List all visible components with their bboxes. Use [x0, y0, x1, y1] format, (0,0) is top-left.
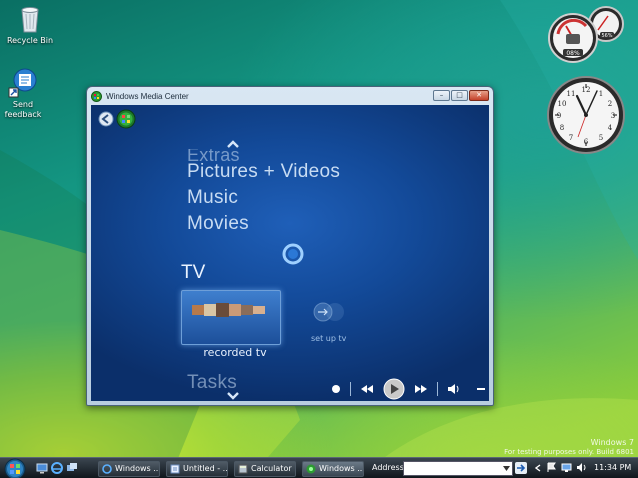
svg-text:6: 6 — [584, 138, 589, 146]
volume-tray-icon[interactable] — [576, 462, 587, 473]
record-icon[interactable] — [331, 384, 341, 394]
taskbar-button-notepad[interactable]: Untitled - ... — [166, 461, 228, 477]
svg-text:1: 1 — [599, 90, 603, 98]
svg-text:9: 9 — [557, 112, 561, 120]
start-button[interactable] — [4, 458, 26, 478]
window-titlebar[interactable]: Windows Media Center – □ ✕ — [87, 87, 493, 105]
menu-item-pictures-videos[interactable]: Pictures + Videos — [187, 161, 340, 183]
menu-item-tasks[interactable]: Tasks — [187, 372, 237, 388]
scroll-up-chevron-icon[interactable] — [226, 139, 240, 149]
ie-icon — [102, 464, 112, 474]
transport-controls — [331, 378, 489, 400]
loading-spinner-icon — [282, 243, 304, 265]
address-toolbar-label: Address — [372, 463, 404, 472]
media-center-start-button[interactable] — [116, 109, 136, 129]
show-desktop-icon[interactable] — [36, 462, 48, 474]
recorded-tv-tile[interactable] — [181, 290, 281, 345]
svg-text:10: 10 — [558, 100, 567, 108]
separator — [350, 382, 351, 396]
svg-text:12: 12 — [582, 86, 591, 94]
fast-forward-icon[interactable] — [414, 384, 428, 394]
back-button[interactable] — [98, 111, 114, 127]
notepad-icon — [170, 464, 180, 474]
rewind-icon[interactable] — [360, 384, 374, 394]
calculator-icon — [238, 464, 248, 474]
media-center-icon — [91, 90, 102, 102]
svg-text:3: 3 — [611, 112, 615, 120]
taskbar-clock[interactable]: 11:34 PM — [594, 463, 631, 472]
build-watermark-text: For testing purposes only. Build 6801 — [504, 448, 634, 456]
network-icon[interactable] — [561, 462, 572, 473]
send-feedback-desktop-icon[interactable]: Send feedback — [0, 66, 53, 120]
send-feedback-label-line1: Send — [12, 100, 34, 109]
media-center-content: Extras Pictures + Videos Music Movies TV… — [91, 105, 489, 401]
svg-text:2: 2 — [608, 100, 612, 108]
switch-windows-icon[interactable] — [66, 462, 78, 474]
address-go-icon[interactable] — [515, 462, 527, 474]
cpu-meter-value: 08% — [566, 50, 580, 57]
separator — [437, 382, 438, 396]
svg-text:7: 7 — [569, 134, 573, 142]
menu-item-music[interactable]: Music — [187, 187, 238, 209]
ie-quicklaunch-icon[interactable] — [51, 462, 63, 474]
scroll-down-chevron-icon[interactable] — [226, 391, 240, 401]
menu-item-movies[interactable]: Movies — [187, 213, 249, 235]
action-center-flag-icon[interactable] — [546, 462, 557, 473]
volume-down-icon[interactable] — [476, 384, 486, 394]
maximize-button[interactable]: □ — [451, 90, 468, 101]
taskbar-button-calculator-label: Calculator — [251, 464, 292, 473]
close-button[interactable]: ✕ — [469, 90, 489, 101]
media-center-window[interactable]: Windows Media Center – □ ✕ Extras Pictur… — [86, 86, 494, 406]
taskbar: Windows ... Untitled - ... Calculator Wi… — [0, 457, 638, 478]
recycle-bin-label: Recycle Bin — [6, 36, 54, 45]
send-feedback-label-line2: feedback — [4, 110, 42, 119]
recycle-bin-icon — [14, 2, 46, 34]
svg-text:4: 4 — [608, 124, 613, 132]
recorded-tv-thumbnails — [192, 303, 265, 317]
taskbar-button-ie-label: Windows ... — [115, 464, 160, 473]
svg-text:11: 11 — [567, 90, 576, 98]
recycle-bin-desktop-icon[interactable]: Recycle Bin — [0, 2, 60, 46]
memory-meter-value: 56% — [601, 33, 612, 39]
clock-gadget[interactable]: 12 12 3 45 6 78 9 1011 — [546, 75, 626, 155]
set-up-tv-label[interactable]: set up tv — [311, 334, 346, 343]
svg-text:8: 8 — [560, 124, 564, 132]
set-up-tv-arrow-icon[interactable] — [311, 301, 347, 323]
play-button[interactable] — [383, 378, 405, 400]
taskbar-button-notepad-label: Untitled - ... — [183, 464, 228, 473]
show-hidden-icons-chevron-icon[interactable] — [534, 464, 542, 472]
cpu-meter-gadget[interactable]: 08% 56% — [546, 4, 636, 66]
media-center-taskbar-icon — [306, 464, 316, 474]
taskbar-button-calculator[interactable]: Calculator — [234, 461, 296, 477]
address-input[interactable] — [403, 461, 513, 476]
menu-item-tv[interactable]: TV — [181, 262, 205, 284]
send-feedback-icon — [7, 66, 39, 98]
svg-text:5: 5 — [599, 134, 603, 142]
minimize-button[interactable]: – — [433, 90, 450, 101]
window-title: Windows Media Center — [106, 91, 189, 101]
volume-icon[interactable] — [447, 383, 461, 395]
taskbar-button-ie[interactable]: Windows ... — [98, 461, 160, 477]
build-watermark-title: Windows 7 — [590, 438, 634, 447]
taskbar-button-media-center-label: Windows ... — [319, 464, 364, 473]
taskbar-button-media-center[interactable]: Windows ... — [302, 461, 364, 477]
address-dropdown-icon[interactable] — [503, 466, 510, 472]
recorded-tv-label: recorded tv — [203, 346, 267, 359]
